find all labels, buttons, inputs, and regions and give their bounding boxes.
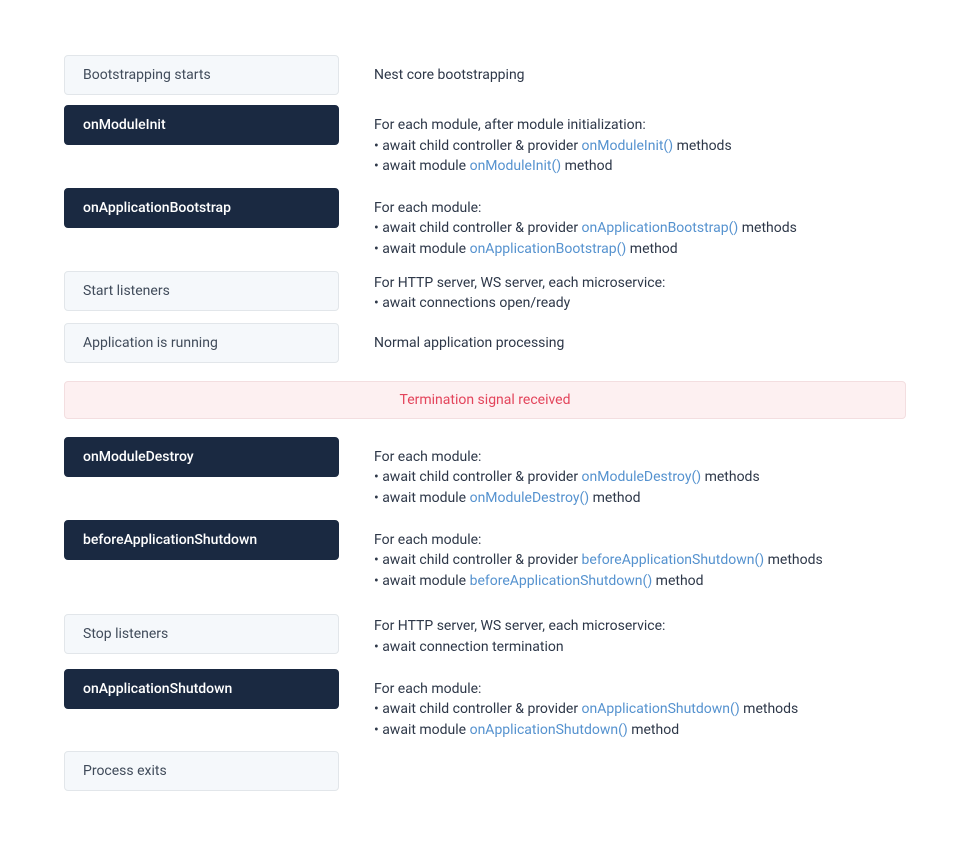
header-text: For each module: <box>374 531 906 551</box>
step-process-exits: Process exits <box>64 751 906 791</box>
method-link[interactable]: beforeApplicationShutdown() <box>582 552 765 568</box>
step-running: Application is running Normal applicatio… <box>64 323 906 363</box>
step-label-onApplicationBootstrap: onApplicationBootstrap <box>64 188 339 228</box>
method-link[interactable]: onModuleInit() <box>582 138 674 154</box>
bullet-line: • await child controller & provider onMo… <box>374 137 906 157</box>
bullet-line: • await child controller & provider onAp… <box>374 219 906 239</box>
method-link[interactable]: onApplicationShutdown() <box>470 722 628 738</box>
bullet-line: • await module onApplicationBootstrap() … <box>374 240 906 260</box>
bullet-line: • await connections open/ready <box>374 294 906 314</box>
step-bootstrapping: Bootstrapping starts Nest core bootstrap… <box>64 55 906 95</box>
bullet-line: • await child controller & provider onMo… <box>374 468 906 488</box>
step-desc-beforeApplicationShutdown: For each module: • await child controlle… <box>374 520 906 593</box>
step-desc-onModuleDestroy: For each module: • await child controlle… <box>374 437 906 510</box>
step-desc-running: Normal application processing <box>374 323 906 354</box>
step-desc-start-listeners: For HTTP server, WS server, each microse… <box>374 271 906 315</box>
header-text: For each module, after module initializa… <box>374 116 906 136</box>
bullet-line: • await module onApplicationShutdown() m… <box>374 721 906 741</box>
step-desc-onApplicationShutdown: For each module: • await child controlle… <box>374 669 906 742</box>
bullet-line: • await module onModuleInit() method <box>374 157 906 177</box>
method-link[interactable]: onModuleDestroy() <box>470 490 590 506</box>
step-beforeApplicationShutdown: beforeApplicationShutdown For each modul… <box>64 520 906 593</box>
bullet-line: • await child controller & provider befo… <box>374 551 906 571</box>
method-link[interactable]: beforeApplicationShutdown() <box>470 573 653 589</box>
bullet-line: • await connection termination <box>374 638 906 658</box>
step-onModuleInit: onModuleInit For each module, after modu… <box>64 105 906 178</box>
bullet-line: • await module beforeApplicationShutdown… <box>374 572 906 592</box>
step-onApplicationShutdown: onApplicationShutdown For each module: •… <box>64 669 906 742</box>
step-stop-listeners: Stop listeners For HTTP server, WS serve… <box>64 614 906 658</box>
step-label-process-exits: Process exits <box>64 751 339 791</box>
step-label-start-listeners: Start listeners <box>64 271 339 311</box>
header-text: For HTTP server, WS server, each microse… <box>374 274 906 294</box>
step-label-beforeApplicationShutdown: beforeApplicationShutdown <box>64 520 339 560</box>
bullet-line: • await module onModuleDestroy() method <box>374 489 906 509</box>
bullet-line: • await child controller & provider onAp… <box>374 700 906 720</box>
header-text: For each module: <box>374 680 906 700</box>
step-onModuleDestroy: onModuleDestroy For each module: • await… <box>64 437 906 510</box>
step-desc-process-exits <box>374 751 906 762</box>
termination-banner: Termination signal received <box>64 381 906 419</box>
step-label-bootstrapping: Bootstrapping starts <box>64 55 339 95</box>
step-label-onApplicationShutdown: onApplicationShutdown <box>64 669 339 709</box>
header-text: For each module: <box>374 448 906 468</box>
step-label-onModuleDestroy: onModuleDestroy <box>64 437 339 477</box>
step-desc-onModuleInit: For each module, after module initializa… <box>374 105 906 178</box>
header-text: For HTTP server, WS server, each microse… <box>374 617 906 637</box>
step-desc-stop-listeners: For HTTP server, WS server, each microse… <box>374 614 906 658</box>
method-link[interactable]: onApplicationBootstrap() <box>470 241 627 257</box>
method-link[interactable]: onApplicationBootstrap() <box>582 220 739 236</box>
method-link[interactable]: onApplicationShutdown() <box>582 701 740 717</box>
step-onApplicationBootstrap: onApplicationBootstrap For each module: … <box>64 188 906 261</box>
method-link[interactable]: onModuleDestroy() <box>582 469 702 485</box>
step-desc-onApplicationBootstrap: For each module: • await child controlle… <box>374 188 906 261</box>
step-label-stop-listeners: Stop listeners <box>64 614 339 654</box>
step-label-onModuleInit: onModuleInit <box>64 105 339 145</box>
method-link[interactable]: onModuleInit() <box>470 158 562 174</box>
step-desc-bootstrapping: Nest core bootstrapping <box>374 55 906 86</box>
header-text: For each module: <box>374 199 906 219</box>
step-start-listeners: Start listeners For HTTP server, WS serv… <box>64 271 906 315</box>
step-label-running: Application is running <box>64 323 339 363</box>
lifecycle-diagram: Bootstrapping starts Nest core bootstrap… <box>64 55 906 791</box>
